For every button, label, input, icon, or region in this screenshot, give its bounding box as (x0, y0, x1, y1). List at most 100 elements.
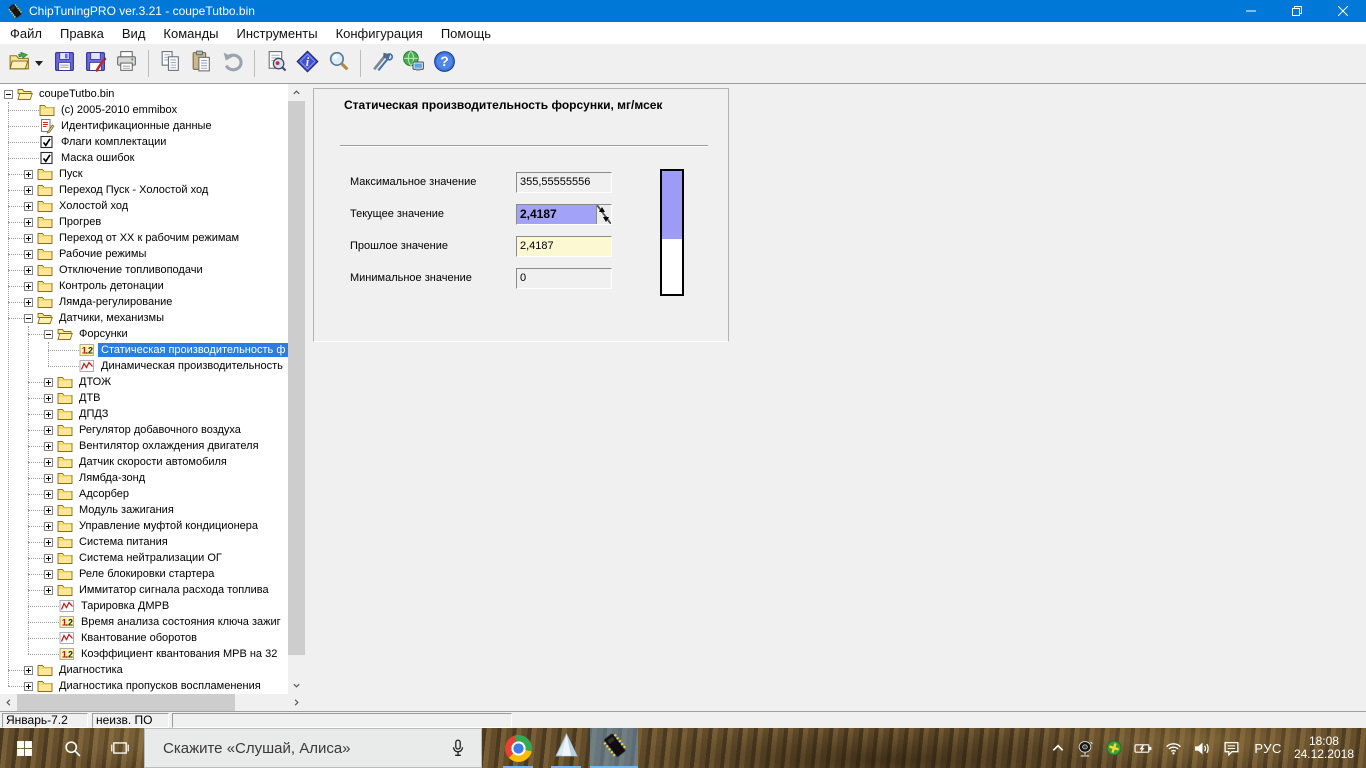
toolbar-paste-button[interactable] (186, 48, 217, 80)
tree-expand-plus-icon[interactable] (44, 393, 53, 403)
menu-item-5[interactable]: Инструменты (228, 24, 327, 43)
tree-expand-minus-icon[interactable] (4, 89, 13, 99)
tree-expand-plus-icon[interactable] (44, 521, 53, 531)
tree-item[interactable]: ДПДЗ (0, 406, 288, 422)
taskbar-app-chiptuning[interactable] (590, 728, 638, 768)
toolbar-print-button[interactable] (111, 48, 142, 80)
tree-item[interactable]: 1 2 Статическая производительность ф (0, 342, 288, 358)
menu-item-6[interactable]: Конфигурация (327, 24, 432, 43)
tree-expand-plus-icon[interactable] (44, 489, 53, 499)
taskbar-app-chrome[interactable] (494, 728, 542, 768)
tree-expand-plus-icon[interactable] (24, 233, 33, 243)
tree-item[interactable]: Лямбда-зонд (0, 470, 288, 486)
tree-item[interactable]: (c) 2005-2010 emmibox (0, 102, 288, 118)
scroll-up-icon[interactable] (288, 84, 305, 101)
tree-item[interactable]: Система питания (0, 534, 288, 550)
alice-search-box[interactable]: Скажите «Слушай, Алиса» (144, 728, 482, 768)
tree-expand-plus-icon[interactable] (24, 681, 33, 691)
tree-item[interactable]: 1 2 Коэффициент квантования МРВ на 32 (0, 646, 288, 662)
tray-volume-icon[interactable] (1188, 728, 1217, 768)
tree-item[interactable]: Адсорбер (0, 486, 288, 502)
tree-item[interactable]: Лямда-регулирование (0, 294, 288, 310)
spinner-buttons[interactable] (596, 205, 611, 224)
taskbar-app-prism[interactable] (542, 728, 590, 768)
tree-horizontal-scrollbar[interactable] (0, 694, 305, 711)
tree-expand-plus-icon[interactable] (44, 553, 53, 563)
taskbar-search-button[interactable] (48, 728, 96, 768)
tree-item[interactable]: Отключение топливоподачи (0, 262, 288, 278)
toolbar-copy-button[interactable] (155, 48, 186, 80)
tree-expand-plus-icon[interactable] (24, 665, 33, 675)
menu-item-3[interactable]: Вид (113, 24, 155, 43)
current-value-field[interactable]: 2,4187 (516, 204, 612, 225)
tree-expand-plus-icon[interactable] (44, 425, 53, 435)
language-indicator[interactable]: РУС (1246, 741, 1290, 756)
menu-item-7[interactable]: Помощь (432, 24, 500, 43)
tree-expand-plus-icon[interactable] (44, 457, 53, 467)
toolbar-undo-button[interactable] (217, 48, 248, 80)
tree-expand-plus-icon[interactable] (24, 265, 33, 275)
tree-item[interactable]: Прогрев (0, 214, 288, 230)
toolbar-help-button[interactable]: ? (429, 48, 460, 80)
tree-item[interactable]: Контроль детонации (0, 278, 288, 294)
tree-expand-plus-icon[interactable] (44, 441, 53, 451)
tree-expand-plus-icon[interactable] (24, 201, 33, 211)
toolbar-save-as-button[interactable] (80, 48, 111, 80)
menu-item-1[interactable]: Файл (1, 24, 51, 43)
tree-item[interactable]: Флаги комплектации (0, 134, 288, 150)
menu-item-4[interactable]: Команды (154, 24, 227, 43)
tree-item[interactable]: coupeTutbo.bin (0, 86, 288, 102)
tray-battery-icon[interactable] (1128, 728, 1159, 768)
toolbar-preview-button[interactable] (261, 48, 292, 80)
scroll-right-icon[interactable] (288, 694, 305, 711)
tree-item[interactable]: Пуск (0, 166, 288, 182)
toolbar-tools-button[interactable] (367, 48, 398, 80)
tree-expand-plus-icon[interactable] (44, 537, 53, 547)
tree-item[interactable]: Диагностика (0, 662, 288, 678)
minimize-button[interactable] (1228, 0, 1274, 22)
tree-item[interactable]: ДТОЖ (0, 374, 288, 390)
tray-antivirus-icon[interactable] (1100, 728, 1128, 768)
tree-item[interactable]: Модуль зажигания (0, 502, 288, 518)
scrollbar-thumb[interactable] (288, 101, 305, 655)
tray-chevron-up-icon[interactable] (1045, 728, 1071, 768)
tree-item[interactable]: Холостой ход (0, 198, 288, 214)
tree-expand-minus-icon[interactable] (44, 329, 53, 339)
tree-item[interactable]: Переход Пуск - Холостой ход (0, 182, 288, 198)
tree-expand-plus-icon[interactable] (44, 569, 53, 579)
tree-item[interactable]: Датчики, механизмы (0, 310, 288, 326)
spinner-up-icon[interactable] (599, 207, 605, 212)
tree-expand-plus-icon[interactable] (24, 217, 33, 227)
tree-expand-plus-icon[interactable] (24, 169, 33, 179)
tree-item[interactable]: Рабочие режимы (0, 246, 288, 262)
toolbar-search-button[interactable] (323, 48, 354, 80)
tree-item[interactable]: Реле блокировки стартера (0, 566, 288, 582)
toolbar-open-button[interactable] (4, 48, 35, 80)
tree-expand-plus-icon[interactable] (24, 297, 33, 307)
tree-item[interactable]: Управление муфтой кондиционера (0, 518, 288, 534)
scrollbar-thumb[interactable] (17, 694, 235, 711)
tree-item[interactable]: Переход от ХХ к рабочим режимам (0, 230, 288, 246)
menu-item-2[interactable]: Правка (51, 24, 113, 43)
restore-button[interactable] (1274, 0, 1320, 22)
tree-expand-plus-icon[interactable] (44, 473, 53, 483)
tree-item[interactable]: Регулятор добавочного воздуха (0, 422, 288, 438)
toolbar-save-button[interactable] (49, 48, 80, 80)
tree-item[interactable]: Вентилятор охлаждения двигателя (0, 438, 288, 454)
start-button[interactable] (0, 728, 48, 768)
tree-expand-plus-icon[interactable] (44, 585, 53, 595)
tree-item[interactable]: Идентификационные данные (0, 118, 288, 134)
tree-item[interactable]: Датчик скорости автомобиля (0, 454, 288, 470)
tree-expand-minus-icon[interactable] (24, 313, 33, 323)
scroll-left-icon[interactable] (0, 694, 17, 711)
tree-expand-plus-icon[interactable] (24, 249, 33, 259)
tray-satellite-icon[interactable] (1071, 728, 1100, 768)
tree-item[interactable]: Маска ошибок (0, 150, 288, 166)
tree-item[interactable]: 1 2 Время анализа состояния ключа зажиг (0, 614, 288, 630)
tree-item[interactable]: Тарировка ДМРВ (0, 598, 288, 614)
tray-wifi-icon[interactable] (1159, 728, 1188, 768)
microphone-icon[interactable] (449, 739, 467, 757)
tree-expand-plus-icon[interactable] (24, 281, 33, 291)
tree-expand-plus-icon[interactable] (44, 505, 53, 515)
toolbar-info-button[interactable]: i (292, 48, 323, 80)
